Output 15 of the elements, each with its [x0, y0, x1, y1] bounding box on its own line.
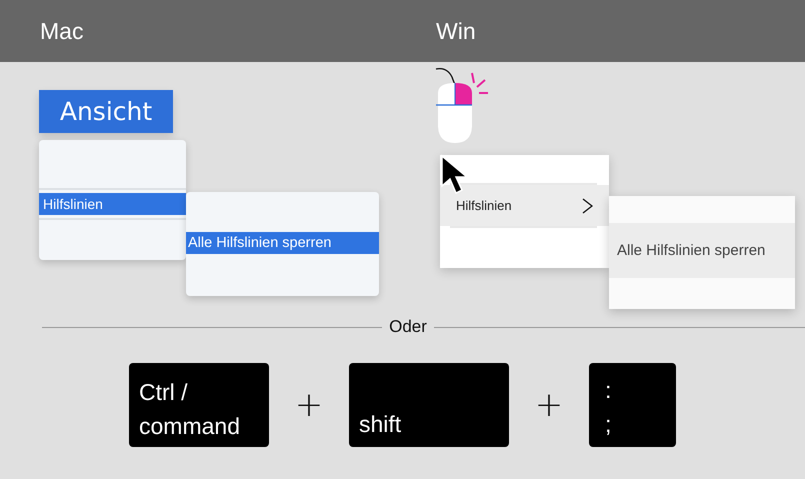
key-label: Ctrl / — [139, 378, 189, 407]
plus-sign: + — [534, 385, 564, 425]
plus-sign: + — [294, 385, 324, 425]
column-heading: Win — [436, 18, 476, 44]
menu-item[interactable]: Alle Hilfslinien sperren — [186, 232, 379, 254]
menu-title[interactable]: Ansicht — [39, 90, 173, 133]
menu-item[interactable]: Hilfslinien — [440, 185, 609, 226]
menu-item[interactable]: Hilfslinien — [39, 193, 186, 215]
menu-item[interactable]: Alle Hilfslinien sperren — [609, 223, 795, 278]
divider-label: Oder — [388, 317, 428, 337]
key-label: command — [139, 412, 241, 441]
key-label: ; — [605, 410, 612, 439]
key-label: shift — [359, 410, 402, 439]
key-label: : — [605, 376, 612, 405]
column-heading: Mac — [40, 18, 84, 44]
